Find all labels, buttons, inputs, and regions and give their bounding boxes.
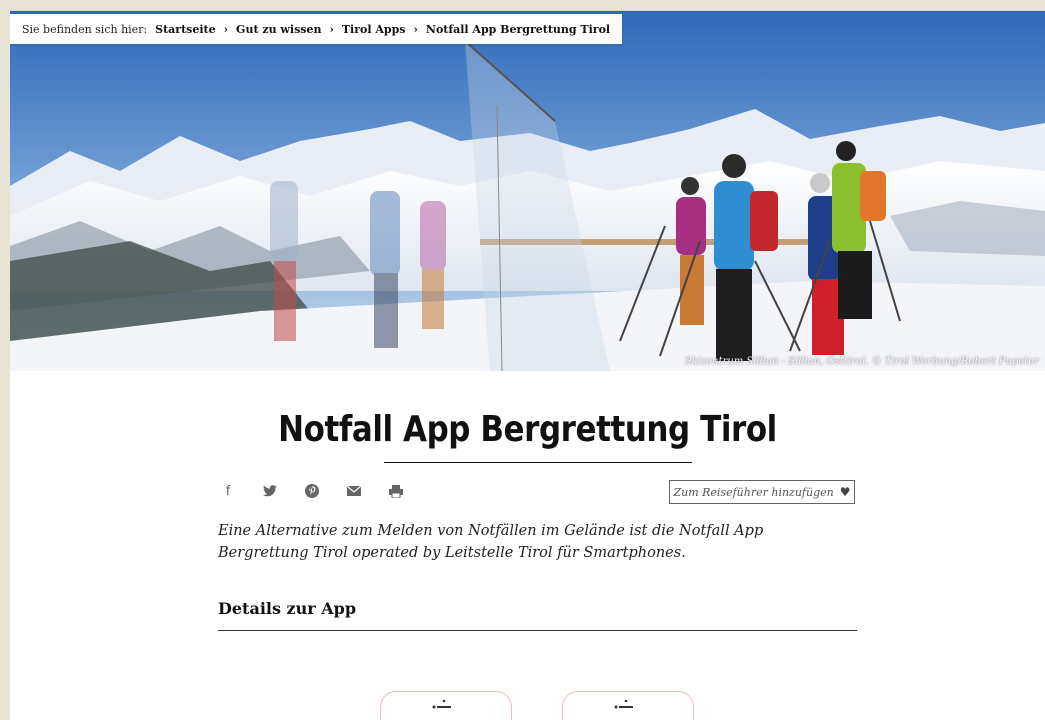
breadcrumb-separator-icon: › bbox=[329, 22, 334, 36]
phone-camera-icon bbox=[614, 699, 633, 709]
breadcrumb: Sie befinden sich hier: Startseite › Gut… bbox=[10, 14, 623, 44]
intro-text: Eine Alternative zum Melden von Notfälle… bbox=[218, 523, 764, 561]
print-icon[interactable] bbox=[386, 481, 406, 501]
heart-icon: ♥ bbox=[839, 485, 851, 499]
breadcrumb-current-page[interactable]: Notfall App Bergrettung Tirol bbox=[426, 23, 610, 36]
breadcrumb-gut-zu-wissen[interactable]: Gut zu wissen bbox=[236, 23, 321, 36]
title-divider bbox=[384, 462, 692, 463]
mail-icon[interactable] bbox=[344, 481, 364, 501]
breadcrumb-separator-icon: › bbox=[413, 22, 418, 36]
page: Sie befinden sich hier: Startseite › Gut… bbox=[10, 10, 1045, 720]
section-heading-details: Details zur App bbox=[218, 599, 357, 618]
photo-credit: Skizentrum Sillian - Sillian, Osttirol. … bbox=[684, 356, 1039, 367]
share-bar: f bbox=[218, 481, 406, 501]
pinterest-icon[interactable] bbox=[302, 481, 322, 501]
hero-image: Sie befinden sich hier: Startseite › Gut… bbox=[10, 11, 1045, 371]
breadcrumb-separator-icon: › bbox=[223, 22, 229, 36]
facebook-icon[interactable]: f bbox=[218, 481, 238, 501]
add-to-travel-guide-button[interactable]: Zum Reiseführer hinzufügen ♥ bbox=[669, 480, 855, 504]
phone-camera-icon bbox=[432, 699, 451, 709]
add-to-travel-guide-label: Zum Reiseführer hinzufügen bbox=[673, 485, 834, 499]
breadcrumb-prefix: Sie befinden sich hier: bbox=[22, 22, 148, 36]
page-title: Notfall App Bergrettung Tirol bbox=[278, 409, 777, 450]
breadcrumb-startseite[interactable]: Startseite bbox=[155, 23, 215, 36]
section-divider bbox=[218, 630, 857, 631]
app-screenshot-phone bbox=[562, 691, 694, 720]
breadcrumb-tirol-apps[interactable]: Tirol Apps bbox=[342, 23, 406, 36]
twitter-icon[interactable] bbox=[260, 481, 280, 501]
hero-photo bbox=[10, 11, 1045, 371]
app-screenshot-phone bbox=[380, 691, 512, 720]
